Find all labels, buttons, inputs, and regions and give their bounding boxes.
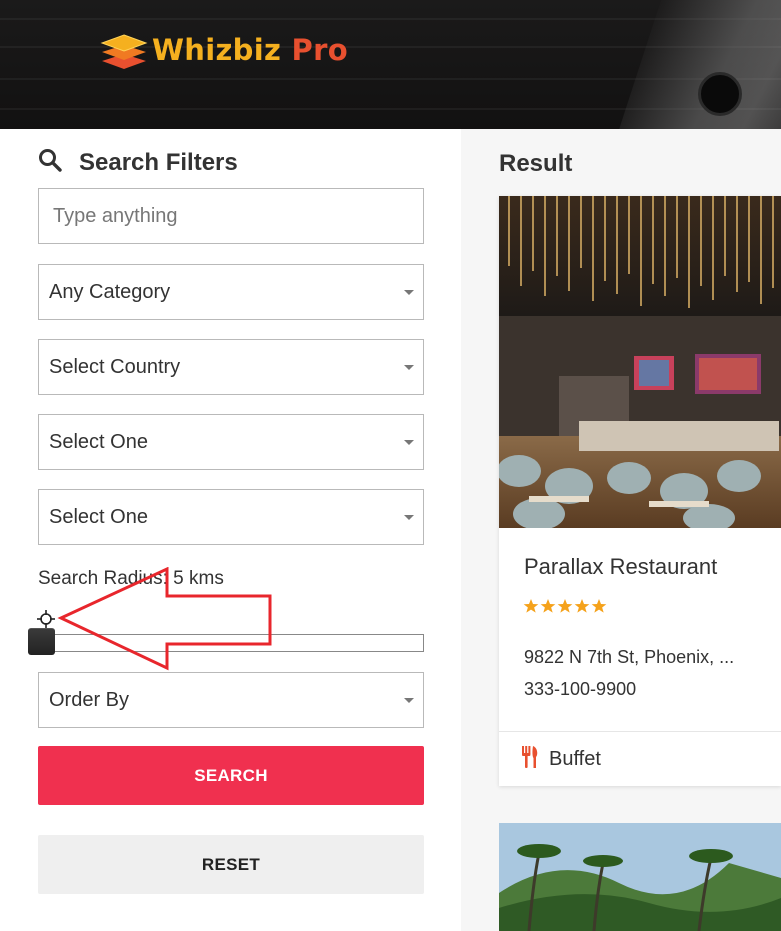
- region-select[interactable]: Select One: [38, 414, 424, 470]
- keyword-search-field[interactable]: [38, 188, 424, 244]
- reset-button[interactable]: RESET: [38, 835, 424, 894]
- listing-rating: [523, 598, 607, 614]
- star-icon: [557, 599, 573, 613]
- fork-knife-icon: [521, 746, 539, 773]
- region-select-value: Select One: [49, 430, 148, 453]
- logo-text: Whizbiz Pro: [152, 33, 348, 67]
- filters-title: Search Filters: [79, 148, 238, 176]
- search-button[interactable]: SEARCH: [38, 746, 424, 805]
- card-divider: [499, 731, 781, 732]
- category-select-value: Any Category: [49, 280, 171, 303]
- listing-address: 9822 N 7th St, Phoenix, ...: [524, 647, 735, 667]
- caret-down-icon: [404, 515, 414, 520]
- city-select-value: Select One: [49, 505, 148, 528]
- listing-category-label: Buffet: [549, 748, 601, 770]
- caret-down-icon: [404, 365, 414, 370]
- country-select-value: Select Country: [49, 355, 181, 378]
- country-select[interactable]: Select Country: [38, 339, 424, 395]
- listing-category[interactable]: Buffet: [521, 746, 601, 773]
- search-radius-slider-handle[interactable]: [28, 628, 55, 655]
- star-icon: [540, 599, 556, 613]
- star-icon: [523, 599, 539, 613]
- move-cursor-icon: [36, 609, 56, 629]
- listing-phone: 333-100-9900: [524, 679, 637, 699]
- filters-heading: Search Filters: [38, 148, 238, 177]
- layers-logo-icon: [100, 30, 148, 70]
- annotation-arrow-icon: [55, 566, 275, 671]
- site-header: Whizbiz Pro: [0, 0, 781, 129]
- results-title: Result: [499, 150, 573, 177]
- category-select[interactable]: Any Category: [38, 264, 424, 320]
- search-icon: [38, 148, 62, 177]
- site-logo[interactable]: Whizbiz Pro: [100, 30, 348, 70]
- listing-name[interactable]: Parallax Restaurant: [524, 554, 717, 580]
- star-icon: [574, 599, 590, 613]
- logo-word: Whizbiz: [152, 33, 282, 67]
- keyword-search-input[interactable]: [53, 204, 423, 228]
- listing-card-photo[interactable]: [499, 823, 781, 931]
- listing-card[interactable]: Parallax Restaurant 9822 N 7th St, Phoen…: [499, 196, 781, 786]
- order-by-select-value: Order By: [49, 688, 130, 711]
- caret-down-icon: [404, 290, 414, 295]
- logo-suffix: Pro: [291, 33, 348, 67]
- order-by-select[interactable]: Order By: [38, 672, 424, 728]
- caret-down-icon: [404, 698, 414, 703]
- star-icon: [591, 599, 607, 613]
- header-background-fixture: [698, 72, 742, 116]
- listing-photo[interactable]: [499, 196, 781, 528]
- caret-down-icon: [404, 440, 414, 445]
- city-select[interactable]: Select One: [38, 489, 424, 545]
